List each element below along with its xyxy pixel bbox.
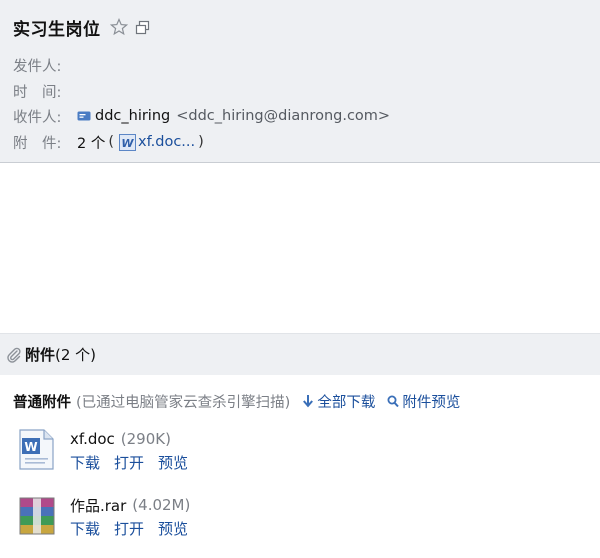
file-name: 作品.rar [70,496,127,515]
attachment-item-rar: 作品.rar (4.02M) 下载 打开 预览 [17,494,317,540]
down-arrow-icon [302,394,314,408]
svg-text:W: W [24,440,37,454]
attachments-title: 附件 [25,346,56,364]
mail-header: 实习生岗位 发件人: 时 间: 收件人: ddc_hiring <ddc_hir… [0,0,600,163]
time-label: 时 间: [13,84,62,101]
attachment-summary: 2 个 ( W xf.doc... ) [77,132,207,153]
from-row: 发件人: [13,54,77,76]
file-name: xf.doc [70,430,115,448]
attachment-summary-row: 附 件: 2 个 ( W xf.doc... ) [13,131,207,153]
preview-link[interactable]: 预览 [158,452,188,473]
attachments-count: (2 个) [55,346,97,364]
attachment-preview-link[interactable]: xf.doc... [138,134,195,150]
file-size: (290K) [120,430,171,448]
download-link[interactable]: 下载 [70,518,100,539]
search-icon [387,394,400,408]
paperclip-icon [6,347,22,363]
scan-note: (已通过电脑管家云查杀引擎扫描) [76,394,291,411]
attachment-open-paren: ( [108,134,115,150]
download-all-button[interactable]: 全部下载 [302,391,375,412]
recipient-email: <ddc_hiring@dianrong.com> [176,108,391,124]
attachment-close-paren: ) [198,134,204,150]
time-row: 时 间: [13,80,77,102]
mail-subject: 实习生岗位 [13,19,101,40]
from-label: 发件人: [13,58,62,75]
word-doc-icon: W [119,133,137,151]
preview-link[interactable]: 预览 [158,518,188,539]
download-all-label: 全部下载 [317,394,376,411]
download-link[interactable]: 下载 [70,452,100,473]
file-actions: 下载 打开 预览 [70,517,202,539]
rar-archive-icon [17,494,57,538]
attachments-header: 附件 (2 个) [0,333,600,375]
recipient-name: ddc_hiring [95,108,171,124]
attachment-label: 附 件: [13,135,62,152]
file-size: (4.02M) [132,496,191,514]
preview-all-button[interactable]: 附件预览 [387,391,460,412]
word-file-icon: W [17,428,57,472]
star-icon[interactable] [109,17,128,36]
open-link[interactable]: 打开 [114,518,144,539]
recipient[interactable]: ddc_hiring <ddc_hiring@dianrong.com> [77,108,390,124]
to-label: 收件人: [13,109,62,126]
attachment-count: 2 个 [77,135,106,152]
normal-attachments-title: 普通附件 [13,394,71,411]
attachment-item-xf-doc: W xf.doc (290K) 下载 打开 预览 [17,428,317,474]
open-link[interactable]: 打开 [114,452,144,473]
file-name-row: 作品.rar (4.02M) [70,494,190,516]
to-row: 收件人: ddc_hiring <ddc_hiring@dianrong.com… [13,105,390,127]
file-actions: 下载 打开 预览 [70,451,202,473]
subject-row: 实习生岗位 [13,13,150,41]
popout-window-icon[interactable] [135,20,150,35]
contact-card-icon [77,110,91,122]
normal-attachments-row: 普通附件 (已通过电脑管家云查杀引擎扫描) 全部下载 附件预览 [13,389,460,413]
preview-all-label: 附件预览 [402,394,461,411]
svg-text:W: W [121,137,134,150]
file-name-row: xf.doc (290K) [70,428,171,450]
